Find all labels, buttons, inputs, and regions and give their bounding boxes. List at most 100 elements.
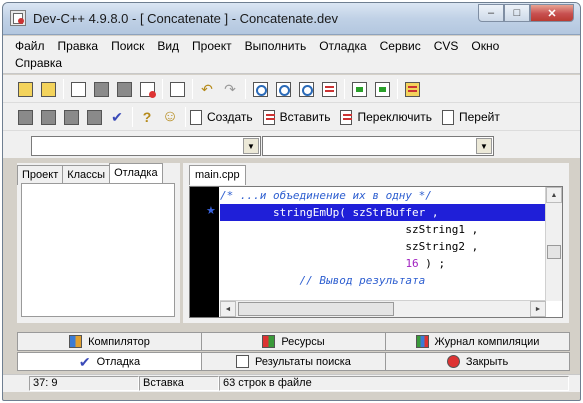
- compile-run-button[interactable]: [61, 107, 81, 127]
- menu-cvs[interactable]: CVS: [434, 40, 459, 53]
- menu-edit[interactable]: Правка: [58, 40, 99, 53]
- search-results-icon: [236, 355, 250, 368]
- remove-from-project-button[interactable]: [372, 79, 392, 99]
- find-button[interactable]: [250, 79, 270, 99]
- compiler-icon: [69, 335, 83, 348]
- menu-file[interactable]: Файл: [15, 40, 45, 53]
- rebuild-button[interactable]: [84, 107, 104, 127]
- add-to-project-button[interactable]: [349, 79, 369, 99]
- remove-from-project-icon: [374, 81, 390, 97]
- code-text[interactable]: /* ...и объединение их в одну */ stringE…: [220, 187, 546, 301]
- chevron-down-icon[interactable]: ▼: [243, 138, 259, 154]
- create-button[interactable]: Создать: [190, 107, 253, 127]
- run-button[interactable]: [38, 107, 58, 127]
- undo-icon: ↶: [201, 81, 213, 97]
- new-file-icon: [70, 81, 86, 97]
- menu-project[interactable]: Проект: [192, 40, 232, 53]
- tab-debug-output[interactable]: ✔ Отладка: [17, 352, 202, 371]
- tab-classes[interactable]: Классы: [62, 165, 111, 185]
- editor-area: main.cpp ★ /* ...и объединение их в одну…: [183, 163, 569, 323]
- menu-tools[interactable]: Сервис: [380, 40, 421, 53]
- code-editor[interactable]: ★ /* ...и объединение их в одну */ strin…: [189, 186, 563, 318]
- menu-debug[interactable]: Отладка: [319, 40, 366, 53]
- toolbar-separator: [397, 79, 398, 99]
- class-combo[interactable]: ▼: [31, 136, 261, 156]
- main-toolbar: ↶ ↷: [3, 75, 580, 103]
- tab-compile-log[interactable]: Журнал компиляции: [385, 332, 570, 351]
- printer-icon: [169, 81, 185, 97]
- menu-bar: Файл Правка Поиск Вид Проект Выполнить О…: [3, 36, 580, 74]
- scroll-up-icon[interactable]: ▲: [546, 187, 562, 203]
- rebuild-icon: [86, 109, 102, 125]
- open-project-icon: [40, 81, 56, 97]
- insert-button-label: Вставить: [279, 110, 331, 124]
- status-bar: 37: 9 Вставка 63 строк в файле: [3, 374, 580, 392]
- editor-gutter[interactable]: ★: [190, 187, 219, 317]
- redo-button[interactable]: ↷: [220, 79, 240, 99]
- goto-line-button[interactable]: [319, 79, 339, 99]
- left-panel: Проект Классы Отладка: [17, 163, 180, 323]
- menu-view[interactable]: Вид: [157, 40, 179, 53]
- tab-search-results-label: Результаты поиска: [255, 355, 351, 368]
- minimize-button[interactable]: –: [478, 4, 504, 22]
- editor-vertical-scrollbar[interactable]: ▲: [545, 187, 562, 301]
- maximize-button[interactable]: □: [504, 4, 530, 22]
- editor-horizontal-scrollbar[interactable]: ◄ ►: [220, 300, 546, 317]
- find-next-button[interactable]: [296, 79, 316, 99]
- insert-button[interactable]: Вставить: [262, 107, 331, 127]
- close-button[interactable]: ✕: [530, 4, 574, 22]
- redo-icon: ↷: [224, 81, 236, 97]
- scroll-right-icon[interactable]: ►: [530, 301, 546, 317]
- menu-execute[interactable]: Выполнить: [245, 40, 307, 53]
- save-all-button[interactable]: [114, 79, 134, 99]
- tab-compiler[interactable]: Компилятор: [17, 332, 202, 351]
- compile-icon: [17, 109, 33, 125]
- tab-project[interactable]: Проект: [17, 165, 64, 185]
- tab-debug[interactable]: Отладка: [109, 163, 163, 185]
- goto-icon: [441, 109, 454, 125]
- project-icon: [17, 81, 33, 97]
- tab-main-cpp[interactable]: main.cpp: [189, 165, 246, 185]
- save-icon: [93, 81, 109, 97]
- bottom-panel-tabs: Компилятор Ресурсы Журнал компиляции ✔ От…: [17, 332, 570, 372]
- vertical-scroll-thumb[interactable]: [547, 245, 561, 259]
- project-button[interactable]: [15, 79, 35, 99]
- close-file-button[interactable]: [137, 79, 157, 99]
- toolbar-separator: [192, 79, 193, 99]
- tab-close[interactable]: Закрыть: [385, 352, 570, 371]
- debug-watch-list[interactable]: [21, 183, 175, 317]
- syntax-check-button[interactable]: ✔: [107, 107, 127, 127]
- code-line: szString1 ,: [220, 223, 479, 236]
- about-button[interactable]: ☺: [160, 107, 180, 127]
- replace-button[interactable]: [273, 79, 293, 99]
- project-options-button[interactable]: [402, 79, 422, 99]
- print-button[interactable]: [167, 79, 187, 99]
- help-button[interactable]: ?: [137, 107, 157, 127]
- goto-button-label: Перейт: [458, 110, 500, 124]
- undo-button[interactable]: ↶: [197, 79, 217, 99]
- menu-window[interactable]: Окно: [471, 40, 499, 53]
- toggle-icon: [340, 109, 353, 125]
- toggle-button[interactable]: Переключить: [340, 107, 432, 127]
- new-file-button[interactable]: [68, 79, 88, 99]
- tab-resources[interactable]: Ресурсы: [201, 332, 386, 351]
- scroll-left-icon[interactable]: ◄: [220, 301, 236, 317]
- open-project-button[interactable]: [38, 79, 58, 99]
- menu-help[interactable]: Справка: [15, 57, 62, 70]
- menu-search[interactable]: Поиск: [111, 40, 144, 53]
- find-next-icon: [298, 81, 314, 97]
- create-button-label: Создать: [207, 110, 253, 124]
- code-line-highlighted: stringEmUp( szStrBuffer ,: [220, 204, 546, 221]
- tab-search-results[interactable]: Результаты поиска: [201, 352, 386, 371]
- devcpp-app-icon[interactable]: [10, 10, 26, 26]
- member-combo[interactable]: ▼: [262, 136, 494, 156]
- horizontal-scroll-thumb[interactable]: [238, 302, 394, 316]
- chevron-down-icon[interactable]: ▼: [476, 138, 492, 154]
- cursor-position: 37: 9: [29, 376, 139, 391]
- goto-button[interactable]: Перейт: [441, 107, 500, 127]
- window-title: Dev-C++ 4.9.8.0 - [ Concatenate ] - Conc…: [33, 11, 338, 26]
- compile-button[interactable]: [15, 107, 35, 127]
- run-icon: [40, 109, 56, 125]
- save-button[interactable]: [91, 79, 111, 99]
- insert-mode: Вставка: [139, 376, 219, 391]
